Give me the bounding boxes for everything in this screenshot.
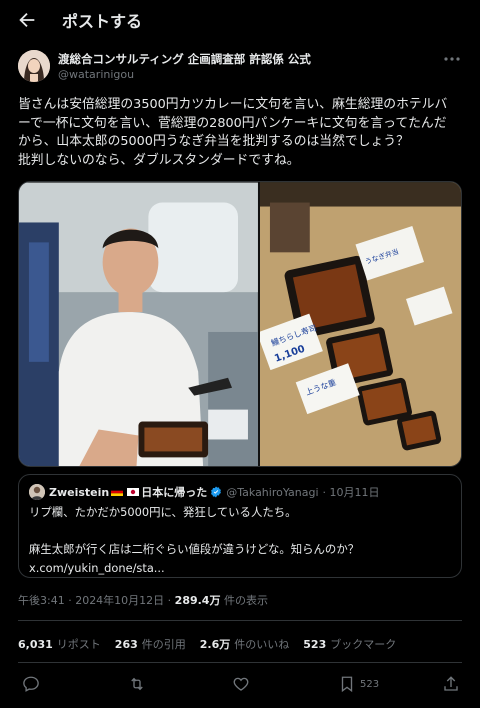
photo-eel-bento-display[interactable]: 鰻ちらし寿司 上うな重 1,100 うなぎ弁当 — [259, 182, 461, 467]
quoted-text-line: リプ欄、たかだか5000円に、発狂している人たち。 — [29, 505, 297, 519]
quoted-post-date[interactable]: · 10月11日 — [323, 484, 380, 500]
post-text: 皆さんは安倍総理の3500円カツカレーに文句を言い、麻生総理のホテルバ ーで一杯… — [18, 96, 464, 170]
post-text-line: ーで一杯に文句を言い、菅総理の2800円パンケーキに文句を言ってたんだ — [18, 115, 447, 131]
quoted-link[interactable]: x.com/yukin_done/sta... — [29, 559, 454, 578]
likes-stat[interactable]: 2.6万 件のいいね — [200, 636, 290, 652]
divider — [18, 620, 462, 621]
author-name[interactable]: 渡総合コンサルティング 企画調査部 許認係 公式 — [58, 51, 311, 67]
likes-count: 2.6万 — [199, 638, 231, 651]
heart-icon — [233, 677, 249, 691]
japan-flag-icon — [127, 488, 140, 496]
verified-badge-icon — [211, 486, 222, 498]
bookmarks-count: 523 — [303, 638, 327, 651]
quoted-post-text: リプ欄、たかだか5000円に、発狂している人たち。 麻生太郎が行く店は二桁ぐらい… — [29, 503, 454, 577]
post-text-line: 批判しないのなら、ダブルスタンダードですね。 — [18, 152, 300, 168]
quoted-post-header: Zweistein 日本に帰った @TakahiroYanagi · 10月11… — [29, 483, 380, 501]
reply-button[interactable] — [22, 674, 40, 694]
quoted-author-avatar[interactable] — [29, 484, 45, 500]
top-bar: ポストする — [0, 0, 480, 40]
view-count: 289.4万 — [174, 594, 221, 607]
quoted-text-line: 麻生太郎が行く店は二桁ぐらい値段が違うけどな。知らんのか？ — [29, 542, 360, 556]
quotes-count: 263 — [114, 638, 138, 651]
quoted-author-name[interactable]: Zweistein — [49, 486, 109, 499]
reposts-count: 6,031 — [18, 638, 53, 651]
author-avatar[interactable] — [18, 50, 50, 82]
like-button[interactable] — [232, 674, 250, 694]
likes-label: 件のいいね — [234, 638, 290, 651]
bookmarks-stat[interactable]: 523 ブックマーク — [303, 636, 396, 652]
quoted-post[interactable]: Zweistein 日本に帰った @TakahiroYanagi · 10月11… — [18, 474, 462, 578]
quoted-author-name-suffix[interactable]: 日本に帰った — [141, 484, 207, 500]
more-options-icon[interactable] — [444, 56, 460, 62]
bookmarks-label: ブックマーク — [330, 638, 397, 651]
post-meta: 午後3:41 · 2024年10月12日 · 289.4万 件の表示 — [18, 592, 268, 608]
post-media: 鰻ちらし寿司 上うな重 1,100 うなぎ弁当 — [18, 181, 462, 467]
quoted-author-handle[interactable]: @TakahiroYanagi — [226, 486, 318, 499]
post-text-line: から、山本太郎の5000円うなぎ弁当を批判するのは当然でしょう？ — [18, 134, 409, 149]
germany-flag-icon — [111, 488, 124, 496]
action-bar: 523 — [0, 670, 480, 698]
quotes-stat[interactable]: 263 件の引用 — [115, 636, 186, 652]
share-icon — [444, 676, 458, 691]
repost-button[interactable] — [128, 674, 146, 694]
post-author: 渡総合コンサルティング 企画調査部 許認係 公式 @watarinigou — [18, 50, 462, 84]
post-text-line: 皆さんは安倍総理の3500円カツカレーに文句を言い、麻生総理のホテルバ — [18, 97, 448, 112]
repost-icon — [131, 677, 143, 691]
reposts-stat[interactable]: 6,031 リポスト — [18, 636, 101, 652]
view-count-label: 件の表示 — [220, 594, 268, 607]
page-title: ポストする — [62, 12, 143, 31]
back-arrow-icon[interactable] — [16, 9, 38, 31]
quoted-text-line — [29, 522, 454, 541]
bookmark-button[interactable]: 523 — [338, 674, 379, 694]
bookmark-icon — [341, 676, 353, 693]
post-timestamp[interactable]: 午後3:41 · 2024年10月12日 · — [18, 594, 175, 607]
photo-man-eating-eel[interactable] — [19, 182, 258, 467]
share-button[interactable] — [442, 674, 460, 694]
bookmark-count: 523 — [360, 678, 380, 690]
engagement-stats: 6,031 リポスト 263 件の引用 2.6万 件のいいね 523 ブックマーク — [18, 636, 396, 652]
reposts-label: リポスト — [56, 638, 101, 651]
quotes-label: 件の引用 — [141, 638, 186, 651]
reply-icon — [23, 676, 39, 692]
author-handle[interactable]: @watarinigou — [58, 68, 134, 81]
divider — [18, 662, 462, 663]
